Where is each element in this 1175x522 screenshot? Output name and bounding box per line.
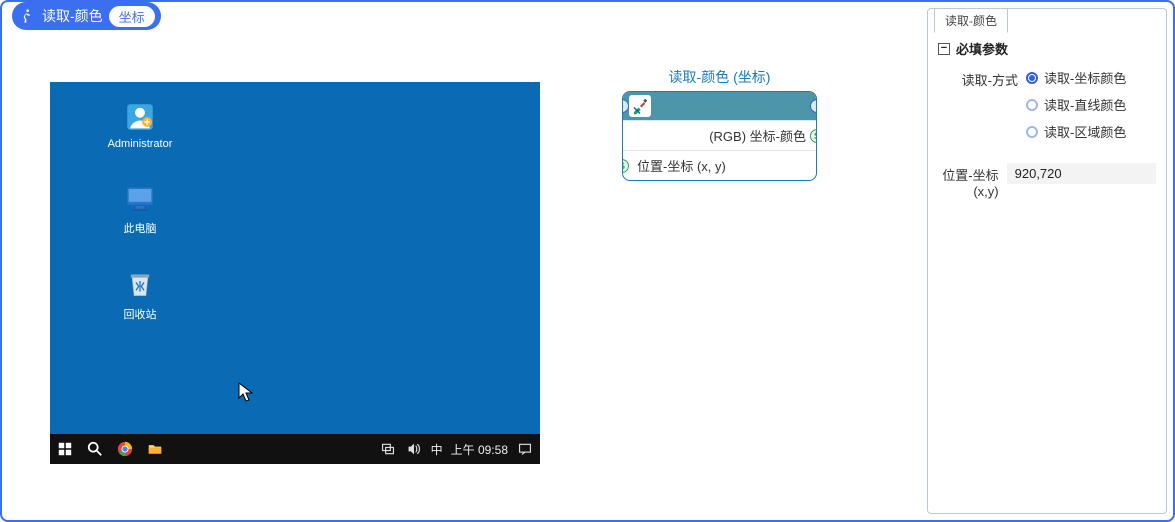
properties-panel: 读取-颜色 − 必填参数 读取-方式 读取-坐标颜色 读取-直线颜色 <box>927 8 1167 514</box>
notifications-icon <box>516 440 534 458</box>
radio-dot-icon <box>1026 99 1038 111</box>
header-pill: 坐标 <box>109 6 155 27</box>
collapse-icon: − <box>938 43 950 55</box>
network-icon <box>379 440 397 458</box>
user-icon <box>122 100 158 134</box>
canvas[interactable]: Administrator 此电脑 回收站 <box>2 32 925 520</box>
node-read-color[interactable]: 读取-颜色 (坐标) › › (RGB) 坐标-颜色 S S 位置-坐标 (x,… <box>622 67 817 181</box>
monitor-icon <box>122 182 158 216</box>
header-title: 读取-颜色 <box>42 6 103 26</box>
radio-area-color[interactable]: 读取-区域颜色 <box>1026 122 1126 141</box>
group-required-params[interactable]: − 必填参数 <box>938 39 1156 58</box>
radio-label: 读取-区域颜色 <box>1044 122 1126 141</box>
node-input-position: S 位置-坐标 (x, y) <box>623 150 816 180</box>
clock: 上午 09:58 <box>451 441 508 458</box>
desktop-icon-label: 此电脑 <box>100 220 180 236</box>
pos-in-port[interactable]: S <box>622 159 629 173</box>
node-body: › › (RGB) 坐标-颜色 S S 位置-坐标 (x, y) <box>622 91 817 181</box>
method-label: 读取-方式 <box>938 68 1026 89</box>
exec-in-port[interactable]: › <box>622 99 629 113</box>
rgb-out-port[interactable]: S <box>810 129 817 143</box>
desktop-preview: Administrator 此电脑 回收站 <box>50 82 540 464</box>
system-tray[interactable]: 中 上午 09:58 <box>379 440 534 458</box>
exec-out-port[interactable]: › <box>810 99 817 113</box>
header-tab[interactable]: 读取-颜色 坐标 <box>12 2 161 30</box>
search-icon[interactable] <box>86 440 104 458</box>
position-label: 位置-坐标(x,y) <box>938 163 1007 199</box>
node-output-rgb-label: (RGB) 坐标-颜色 <box>709 129 806 144</box>
desktop-icon-label: Administrator <box>100 138 180 150</box>
app-frame: 读取-颜色 坐标 Administrator 此电脑 回收 <box>0 0 1175 522</box>
group-title: 必填参数 <box>956 39 1008 58</box>
ime-indicator: 中 <box>431 441 443 458</box>
node-title: 读取-颜色 (坐标) <box>622 67 817 87</box>
radio-dot-icon <box>1026 126 1038 138</box>
row-read-method: 读取-方式 读取-坐标颜色 读取-直线颜色 读取-区域颜色 <box>938 68 1156 141</box>
cursor-icon <box>238 382 254 405</box>
radio-label: 读取-坐标颜色 <box>1044 68 1126 87</box>
radio-coord-color[interactable]: 读取-坐标颜色 <box>1026 68 1126 87</box>
volume-icon <box>405 440 423 458</box>
explorer-icon[interactable] <box>146 440 164 458</box>
radio-label: 读取-直线颜色 <box>1044 95 1126 114</box>
node-input-position-label: 位置-坐标 (x, y) <box>637 159 726 174</box>
node-output-rgb: (RGB) 坐标-颜色 S <box>623 120 816 150</box>
desktop-icon-thispc[interactable]: 此电脑 <box>100 182 180 236</box>
position-input[interactable] <box>1007 163 1156 184</box>
radio-dot-icon <box>1026 72 1038 84</box>
row-position: 位置-坐标(x,y) <box>938 163 1156 199</box>
trash-icon <box>122 268 158 302</box>
start-icon[interactable] <box>56 440 74 458</box>
desktop-icon-label: 回收站 <box>100 306 180 322</box>
radio-line-color[interactable]: 读取-直线颜色 <box>1026 95 1126 114</box>
walk-icon <box>18 7 36 25</box>
taskbar: 中 上午 09:58 <box>50 434 540 464</box>
chrome-icon[interactable] <box>116 440 134 458</box>
eyedropper-icon <box>629 95 651 117</box>
panel-tab[interactable]: 读取-颜色 <box>934 8 1008 33</box>
desktop-icon-administrator[interactable]: Administrator <box>100 100 180 150</box>
node-header[interactable]: › › <box>623 92 816 120</box>
desktop-icon-recyclebin[interactable]: 回收站 <box>100 268 180 322</box>
